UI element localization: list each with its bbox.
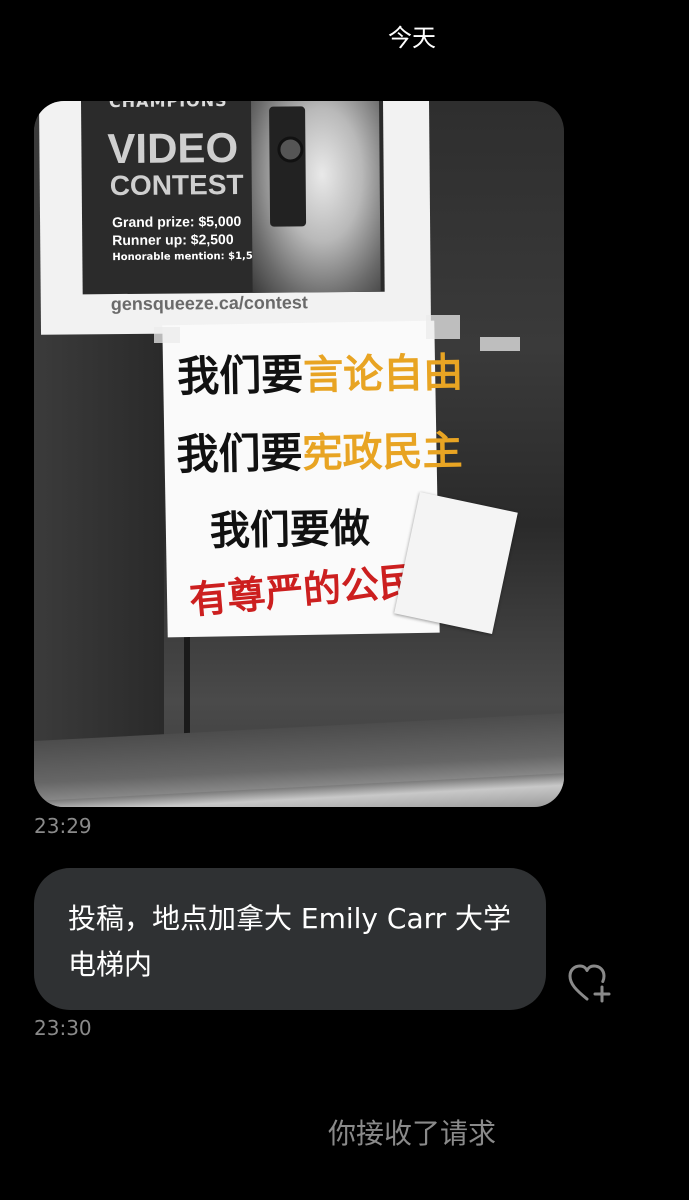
sign-line-1-black: 我们要 (176, 349, 304, 402)
camera-lens (277, 136, 304, 163)
poster-face-image (250, 101, 381, 293)
heart-plus-icon (568, 964, 611, 1003)
contest-poster: CHAMPIONS VIDEO CONTEST Grand prize: $5,… (38, 101, 432, 335)
sign-line-2-black: 我们要 (176, 427, 303, 480)
message-text: 投稿，地点加拿大 Emily Carr 大学电梯内 (68, 902, 512, 981)
poster-honorable-mention: Honorable mention: $1,500 (112, 250, 267, 264)
poster-url: gensqueeze.ca/contest (110, 292, 308, 315)
sign-line-2-yellow: 宪政民主 (302, 427, 463, 477)
photo-timestamp: 23:29 (34, 814, 92, 838)
status-note: 你接收了请求 (327, 1117, 496, 1150)
poster-dark-area: CHAMPIONS VIDEO CONTEST Grand prize: $5,… (80, 101, 385, 295)
date-header: 今天 (388, 24, 436, 52)
sign-line-1-yellow: 言论自由 (302, 349, 464, 399)
poster-title-contest: CONTEST (109, 168, 244, 202)
sign-line-3: 我们要做 (209, 504, 371, 555)
sign-line-1: 我们要言论自由 (177, 338, 464, 404)
sign-line-2: 我们要宪政民主 (176, 416, 463, 482)
tape-strip (154, 327, 180, 343)
like-button[interactable] (566, 962, 614, 1006)
poster-grand-prize: Grand prize: $5,000 (111, 212, 242, 231)
message-bubble[interactable]: 投稿，地点加拿大 Emily Carr 大学电梯内 (34, 868, 546, 1010)
tape-strip (426, 315, 460, 339)
text-timestamp: 23:30 (34, 1016, 92, 1040)
poster-top-text: CHAMPIONS (108, 101, 228, 112)
poster-runner-up: Runner up: $2,500 (112, 231, 234, 249)
camera-image (269, 106, 307, 227)
photo-message[interactable]: CHAMPIONS VIDEO CONTEST Grand prize: $5,… (34, 101, 564, 807)
tape-strip (480, 337, 520, 351)
poster-title-video: VIDEO (107, 123, 239, 173)
